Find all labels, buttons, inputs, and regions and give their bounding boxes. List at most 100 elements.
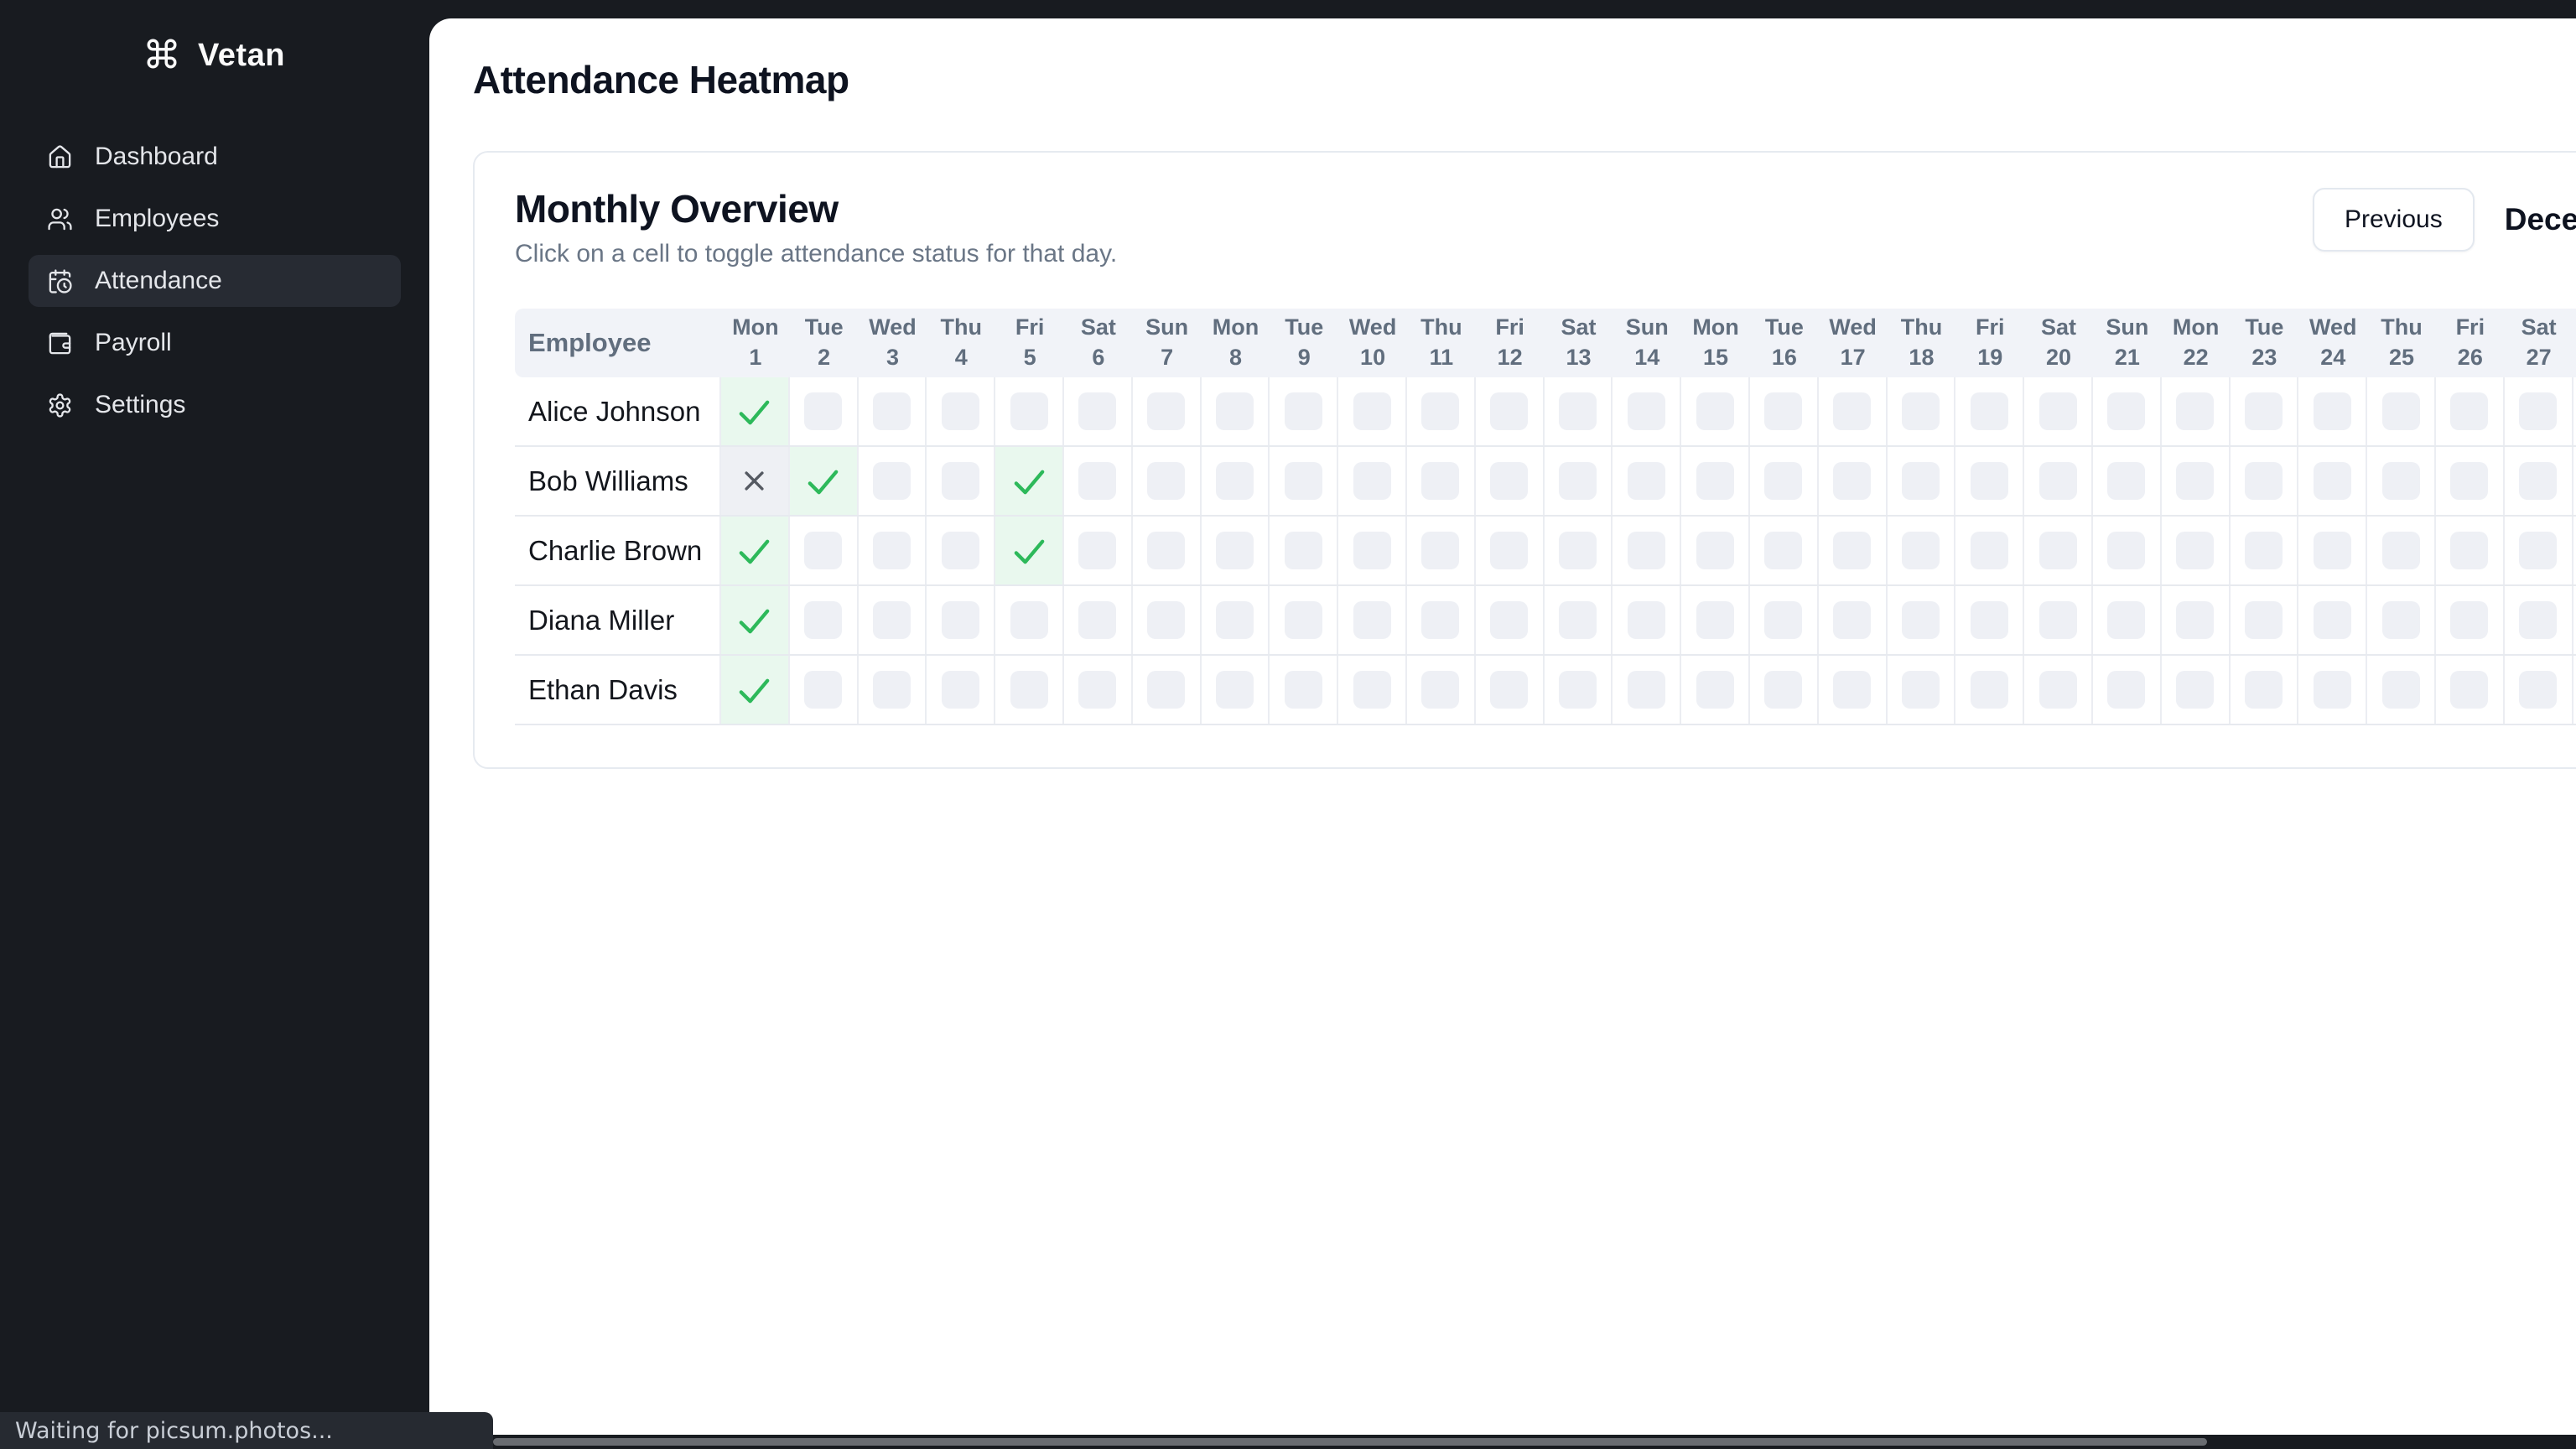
attendance-cell[interactable]: [1064, 447, 1133, 515]
attendance-cell[interactable]: [1133, 656, 1202, 724]
attendance-cell[interactable]: [859, 517, 927, 584]
attendance-cell[interactable]: [1750, 377, 1819, 445]
attendance-cell[interactable]: [859, 447, 927, 515]
attendance-cell[interactable]: [1750, 586, 1819, 654]
attendance-cell[interactable]: [859, 656, 927, 724]
attendance-cell[interactable]: [2298, 656, 2367, 724]
attendance-cell[interactable]: [2231, 517, 2299, 584]
attendance-cell[interactable]: [1545, 377, 1613, 445]
previous-button[interactable]: Previous: [2313, 188, 2475, 252]
sidebar-item-attendance[interactable]: Attendance: [29, 255, 401, 307]
attendance-cell[interactable]: [1338, 377, 1407, 445]
attendance-cell[interactable]: [1819, 517, 1888, 584]
attendance-cell[interactable]: [1888, 586, 1956, 654]
attendance-cell[interactable]: [2505, 517, 2573, 584]
attendance-cell[interactable]: [995, 447, 1064, 515]
attendance-cell[interactable]: [1270, 377, 1338, 445]
attendance-cell[interactable]: [1064, 656, 1133, 724]
attendance-cell[interactable]: [1888, 377, 1956, 445]
attendance-cell[interactable]: [1064, 586, 1133, 654]
attendance-cell[interactable]: [2093, 447, 2162, 515]
attendance-cell[interactable]: [2231, 656, 2299, 724]
sidebar-item-settings[interactable]: Settings: [29, 379, 401, 431]
attendance-cell[interactable]: [2162, 656, 2231, 724]
attendance-cell[interactable]: [2367, 586, 2436, 654]
attendance-cell[interactable]: [927, 656, 995, 724]
attendance-cell[interactable]: [995, 586, 1064, 654]
attendance-cell[interactable]: [2505, 447, 2573, 515]
attendance-cell[interactable]: [1476, 656, 1545, 724]
attendance-cell[interactable]: [995, 656, 1064, 724]
attendance-cell[interactable]: [1545, 447, 1613, 515]
attendance-cell[interactable]: [1338, 586, 1407, 654]
attendance-cell[interactable]: [1955, 586, 2024, 654]
attendance-cell[interactable]: [1681, 586, 1750, 654]
attendance-cell[interactable]: [790, 447, 859, 515]
attendance-cell[interactable]: [721, 447, 790, 515]
attendance-cell[interactable]: [1270, 447, 1338, 515]
attendance-cell[interactable]: [2162, 377, 2231, 445]
attendance-cell[interactable]: [1613, 586, 1681, 654]
attendance-cell[interactable]: [2436, 447, 2505, 515]
attendance-cell[interactable]: [927, 447, 995, 515]
attendance-cell[interactable]: [721, 586, 790, 654]
attendance-cell[interactable]: [1202, 656, 1270, 724]
attendance-cell[interactable]: [1750, 447, 1819, 515]
attendance-cell[interactable]: [1407, 586, 1476, 654]
attendance-cell[interactable]: [1545, 517, 1613, 584]
attendance-cell[interactable]: [1545, 586, 1613, 654]
attendance-cell[interactable]: [2298, 377, 2367, 445]
attendance-cell[interactable]: [1202, 447, 1270, 515]
attendance-cell[interactable]: [2505, 656, 2573, 724]
attendance-cell[interactable]: [721, 377, 790, 445]
attendance-cell[interactable]: [1407, 447, 1476, 515]
attendance-cell[interactable]: [1681, 377, 1750, 445]
attendance-cell[interactable]: [1681, 656, 1750, 724]
attendance-cell[interactable]: [927, 377, 995, 445]
attendance-cell[interactable]: [1819, 656, 1888, 724]
attendance-cell[interactable]: [2093, 656, 2162, 724]
attendance-cell[interactable]: [2505, 586, 2573, 654]
attendance-cell[interactable]: [1133, 517, 1202, 584]
scrollbar-thumb[interactable]: [493, 1438, 2207, 1446]
attendance-cell[interactable]: [2162, 447, 2231, 515]
attendance-cell[interactable]: [2436, 586, 2505, 654]
attendance-cell[interactable]: [1476, 377, 1545, 445]
attendance-cell[interactable]: [2231, 377, 2299, 445]
attendance-cell[interactable]: [1750, 656, 1819, 724]
attendance-cell[interactable]: [1955, 517, 2024, 584]
attendance-cell[interactable]: [1613, 377, 1681, 445]
attendance-cell[interactable]: [1338, 656, 1407, 724]
attendance-cell[interactable]: [2573, 447, 2576, 515]
attendance-cell[interactable]: [2573, 656, 2576, 724]
attendance-cell[interactable]: [2367, 517, 2436, 584]
attendance-cell[interactable]: [1681, 447, 1750, 515]
attendance-cell[interactable]: [1955, 656, 2024, 724]
brand[interactable]: Vetan: [0, 32, 429, 79]
attendance-cell[interactable]: [1202, 517, 1270, 584]
attendance-cell[interactable]: [1888, 656, 1956, 724]
attendance-cell[interactable]: [2024, 447, 2093, 515]
attendance-cell[interactable]: [1407, 656, 1476, 724]
attendance-cell[interactable]: [1270, 656, 1338, 724]
attendance-cell[interactable]: [1202, 586, 1270, 654]
sidebar-item-employees[interactable]: Employees: [29, 193, 401, 245]
attendance-cell[interactable]: [1955, 377, 2024, 445]
sidebar-item-payroll[interactable]: Payroll: [29, 317, 401, 369]
attendance-cell[interactable]: [2436, 377, 2505, 445]
attendance-cell[interactable]: [2298, 586, 2367, 654]
attendance-cell[interactable]: [995, 517, 1064, 584]
attendance-cell[interactable]: [2093, 377, 2162, 445]
attendance-cell[interactable]: [2024, 377, 2093, 445]
attendance-cell[interactable]: [1270, 517, 1338, 584]
attendance-cell[interactable]: [2573, 586, 2576, 654]
attendance-cell[interactable]: [1133, 377, 1202, 445]
attendance-cell[interactable]: [2573, 377, 2576, 445]
attendance-cell[interactable]: [1064, 377, 1133, 445]
attendance-cell[interactable]: [1270, 586, 1338, 654]
attendance-cell[interactable]: [1476, 517, 1545, 584]
attendance-cell[interactable]: [2024, 586, 2093, 654]
attendance-cell[interactable]: [1681, 517, 1750, 584]
attendance-cell[interactable]: [1819, 586, 1888, 654]
attendance-cell[interactable]: [1613, 656, 1681, 724]
